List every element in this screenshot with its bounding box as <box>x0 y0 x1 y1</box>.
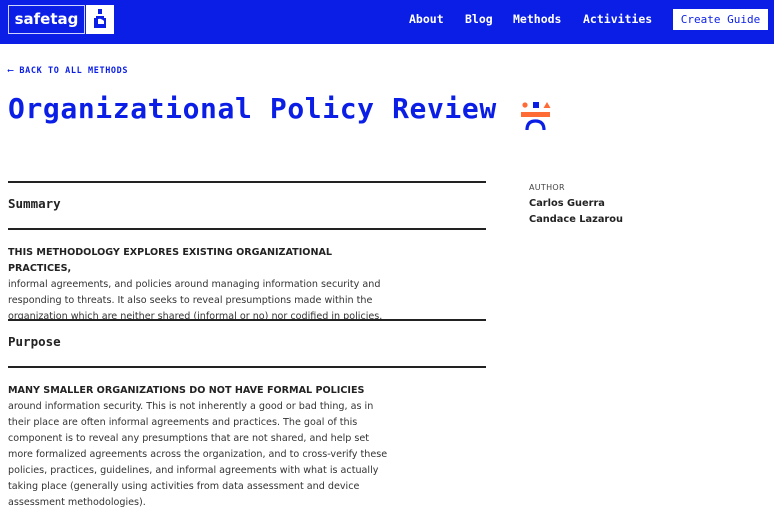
section-divider <box>8 228 486 230</box>
nav-about[interactable]: About <box>409 0 444 44</box>
logo-icon-container[interactable] <box>86 5 114 34</box>
summary-lead: THIS METHODOLOGY EXPLORES EXISTING ORGAN… <box>8 247 333 274</box>
purpose-heading: Purpose <box>8 334 61 349</box>
nav-methods[interactable]: Methods <box>513 0 561 44</box>
summary-heading: Summary <box>8 196 61 211</box>
purpose-body: around information security. This is not… <box>8 401 388 508</box>
top-navigation-bar: safetag About Blog Methods Activities Cr… <box>0 0 774 44</box>
logo-text: safetag <box>14 10 79 28</box>
summary-body: informal agreements, and policies around… <box>8 279 383 322</box>
method-face-icon <box>521 102 551 131</box>
author-label: AUTHOR <box>529 183 565 192</box>
purpose-lead: MANY SMALLER ORGANIZATIONS DO NOT HAVE F… <box>8 385 365 396</box>
summary-paragraph: THIS METHODOLOGY EXPLORES EXISTING ORGAN… <box>8 245 393 325</box>
author-name: Candace Lazarou <box>529 214 623 225</box>
back-to-all-methods-link[interactable]: ⟵ BACK TO ALL METHODS <box>8 66 128 76</box>
section-divider <box>8 319 486 321</box>
author-name: Carlos Guerra <box>529 198 605 209</box>
page-title: Organizational Policy Review <box>8 92 497 125</box>
person-lock-icon <box>94 9 106 28</box>
purpose-paragraph: MANY SMALLER ORGANIZATIONS DO NOT HAVE F… <box>8 383 393 511</box>
nav-blog[interactable]: Blog <box>465 0 493 44</box>
section-divider <box>8 366 486 368</box>
create-guide-button[interactable]: Create Guide <box>673 9 768 30</box>
nav-activities[interactable]: Activities <box>583 0 652 44</box>
section-divider <box>8 181 486 183</box>
logo-link[interactable]: safetag <box>8 5 85 34</box>
